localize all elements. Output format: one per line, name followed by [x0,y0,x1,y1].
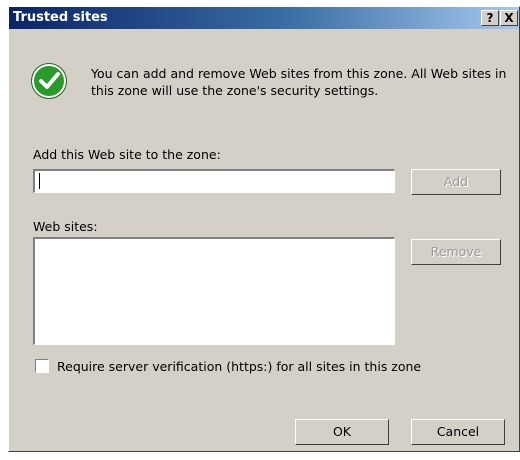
cancel-button[interactable]: Cancel [411,419,505,445]
web-sites-label: Web sites: [33,219,98,234]
remove-button[interactable]: Remove [411,239,501,265]
add-site-label: Add this Web site to the zone: [33,147,221,162]
text-caret [39,173,40,189]
https-verification-checkbox[interactable] [35,359,49,373]
https-verification-label[interactable]: Require server verification (https:) for… [57,359,421,374]
add-button[interactable]: Add [411,169,501,195]
help-button[interactable]: ? [481,10,499,26]
title-bar[interactable]: Trusted sites ? X [9,7,519,29]
dialog-title: Trusted sites [13,10,108,25]
info-message: You can add and remove Web sites from th… [91,66,507,98]
close-button[interactable]: X [500,10,518,26]
ok-button[interactable]: OK [295,419,389,445]
web-sites-list[interactable] [33,237,395,345]
add-site-input[interactable] [33,169,395,193]
trusted-sites-dialog: Trusted sites ? X You can add and remove… [8,6,520,452]
green-check-icon [31,63,67,99]
